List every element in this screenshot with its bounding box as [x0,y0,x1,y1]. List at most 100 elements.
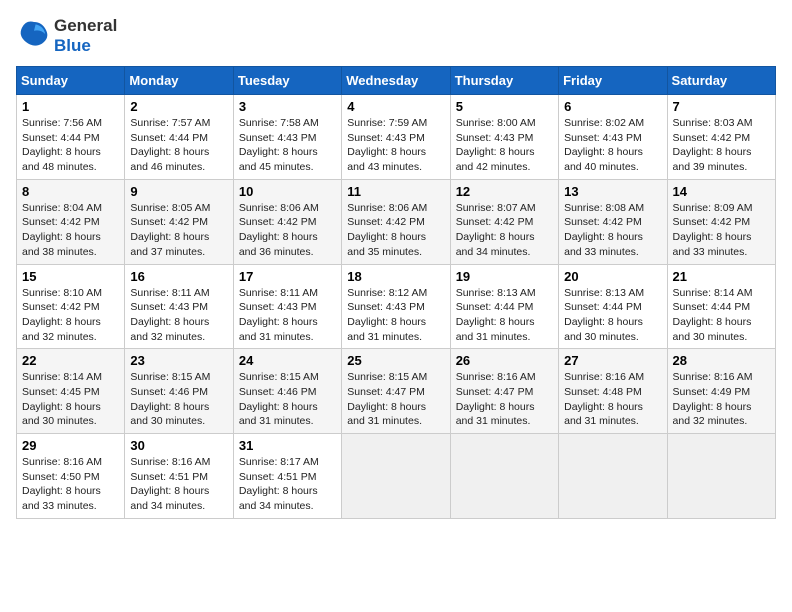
calendar-cell: 28 Sunrise: 8:16 AM Sunset: 4:49 PM Dayl… [667,349,775,434]
day-number: 5 [456,99,553,114]
week-row-4: 22 Sunrise: 8:14 AM Sunset: 4:45 PM Dayl… [17,349,776,434]
calendar-cell: 4 Sunrise: 7:59 AM Sunset: 4:43 PM Dayli… [342,95,450,180]
calendar-cell: 14 Sunrise: 8:09 AM Sunset: 4:42 PM Dayl… [667,179,775,264]
day-info: Sunrise: 8:16 AM Sunset: 4:51 PM Dayligh… [130,455,227,514]
calendar-cell: 17 Sunrise: 8:11 AM Sunset: 4:43 PM Dayl… [233,264,341,349]
day-info: Sunrise: 7:57 AM Sunset: 4:44 PM Dayligh… [130,116,227,175]
day-number: 24 [239,353,336,368]
day-info: Sunrise: 8:13 AM Sunset: 4:44 PM Dayligh… [456,286,553,345]
calendar-table: SundayMondayTuesdayWednesdayThursdayFrid… [16,66,776,519]
logo-icon [18,18,50,50]
day-info: Sunrise: 8:03 AM Sunset: 4:42 PM Dayligh… [673,116,770,175]
day-number: 26 [456,353,553,368]
day-number: 4 [347,99,444,114]
day-info: Sunrise: 8:11 AM Sunset: 4:43 PM Dayligh… [130,286,227,345]
day-info: Sunrise: 8:16 AM Sunset: 4:50 PM Dayligh… [22,455,119,514]
calendar-cell: 15 Sunrise: 8:10 AM Sunset: 4:42 PM Dayl… [17,264,125,349]
day-info: Sunrise: 8:08 AM Sunset: 4:42 PM Dayligh… [564,201,661,260]
day-number: 28 [673,353,770,368]
week-row-3: 15 Sunrise: 8:10 AM Sunset: 4:42 PM Dayl… [17,264,776,349]
day-info: Sunrise: 8:13 AM Sunset: 4:44 PM Dayligh… [564,286,661,345]
day-info: Sunrise: 8:11 AM Sunset: 4:43 PM Dayligh… [239,286,336,345]
calendar-header-row: SundayMondayTuesdayWednesdayThursdayFrid… [17,67,776,95]
day-info: Sunrise: 8:06 AM Sunset: 4:42 PM Dayligh… [347,201,444,260]
day-number: 29 [22,438,119,453]
calendar-cell: 1 Sunrise: 7:56 AM Sunset: 4:44 PM Dayli… [17,95,125,180]
day-info: Sunrise: 8:06 AM Sunset: 4:42 PM Dayligh… [239,201,336,260]
day-number: 7 [673,99,770,114]
day-number: 1 [22,99,119,114]
day-info: Sunrise: 8:04 AM Sunset: 4:42 PM Dayligh… [22,201,119,260]
col-header-monday: Monday [125,67,233,95]
day-number: 6 [564,99,661,114]
calendar-cell: 16 Sunrise: 8:11 AM Sunset: 4:43 PM Dayl… [125,264,233,349]
day-info: Sunrise: 8:15 AM Sunset: 4:47 PM Dayligh… [347,370,444,429]
day-info: Sunrise: 8:05 AM Sunset: 4:42 PM Dayligh… [130,201,227,260]
day-number: 14 [673,184,770,199]
day-info: Sunrise: 7:58 AM Sunset: 4:43 PM Dayligh… [239,116,336,175]
day-info: Sunrise: 7:56 AM Sunset: 4:44 PM Dayligh… [22,116,119,175]
day-number: 31 [239,438,336,453]
calendar-cell: 30 Sunrise: 8:16 AM Sunset: 4:51 PM Dayl… [125,434,233,519]
calendar-cell [450,434,558,519]
day-number: 2 [130,99,227,114]
day-info: Sunrise: 8:00 AM Sunset: 4:43 PM Dayligh… [456,116,553,175]
calendar-cell: 13 Sunrise: 8:08 AM Sunset: 4:42 PM Dayl… [559,179,667,264]
calendar-cell: 24 Sunrise: 8:15 AM Sunset: 4:46 PM Dayl… [233,349,341,434]
day-number: 18 [347,269,444,284]
day-number: 21 [673,269,770,284]
day-info: Sunrise: 8:02 AM Sunset: 4:43 PM Dayligh… [564,116,661,175]
calendar-cell: 19 Sunrise: 8:13 AM Sunset: 4:44 PM Dayl… [450,264,558,349]
col-header-sunday: Sunday [17,67,125,95]
calendar-cell: 6 Sunrise: 8:02 AM Sunset: 4:43 PM Dayli… [559,95,667,180]
day-info: Sunrise: 8:10 AM Sunset: 4:42 PM Dayligh… [22,286,119,345]
logo: General Blue [16,16,117,56]
day-number: 27 [564,353,661,368]
week-row-1: 1 Sunrise: 7:56 AM Sunset: 4:44 PM Dayli… [17,95,776,180]
calendar-cell: 9 Sunrise: 8:05 AM Sunset: 4:42 PM Dayli… [125,179,233,264]
calendar-cell: 12 Sunrise: 8:07 AM Sunset: 4:42 PM Dayl… [450,179,558,264]
day-number: 16 [130,269,227,284]
day-info: Sunrise: 8:15 AM Sunset: 4:46 PM Dayligh… [239,370,336,429]
calendar-cell [667,434,775,519]
day-info: Sunrise: 8:17 AM Sunset: 4:51 PM Dayligh… [239,455,336,514]
calendar-cell: 18 Sunrise: 8:12 AM Sunset: 4:43 PM Dayl… [342,264,450,349]
calendar-cell [559,434,667,519]
calendar-cell [342,434,450,519]
day-number: 13 [564,184,661,199]
day-number: 25 [347,353,444,368]
col-header-wednesday: Wednesday [342,67,450,95]
day-info: Sunrise: 8:14 AM Sunset: 4:45 PM Dayligh… [22,370,119,429]
day-info: Sunrise: 8:16 AM Sunset: 4:47 PM Dayligh… [456,370,553,429]
day-number: 23 [130,353,227,368]
week-row-5: 29 Sunrise: 8:16 AM Sunset: 4:50 PM Dayl… [17,434,776,519]
day-number: 3 [239,99,336,114]
logo-blue-text: Blue [54,36,117,56]
day-info: Sunrise: 8:16 AM Sunset: 4:48 PM Dayligh… [564,370,661,429]
calendar-cell: 10 Sunrise: 8:06 AM Sunset: 4:42 PM Dayl… [233,179,341,264]
calendar-cell: 27 Sunrise: 8:16 AM Sunset: 4:48 PM Dayl… [559,349,667,434]
calendar-cell: 2 Sunrise: 7:57 AM Sunset: 4:44 PM Dayli… [125,95,233,180]
calendar-cell: 3 Sunrise: 7:58 AM Sunset: 4:43 PM Dayli… [233,95,341,180]
day-number: 15 [22,269,119,284]
calendar-cell: 21 Sunrise: 8:14 AM Sunset: 4:44 PM Dayl… [667,264,775,349]
calendar-cell: 7 Sunrise: 8:03 AM Sunset: 4:42 PM Dayli… [667,95,775,180]
day-info: Sunrise: 7:59 AM Sunset: 4:43 PM Dayligh… [347,116,444,175]
day-number: 19 [456,269,553,284]
day-info: Sunrise: 8:12 AM Sunset: 4:43 PM Dayligh… [347,286,444,345]
day-number: 22 [22,353,119,368]
calendar-cell: 5 Sunrise: 8:00 AM Sunset: 4:43 PM Dayli… [450,95,558,180]
day-number: 8 [22,184,119,199]
calendar-cell: 8 Sunrise: 8:04 AM Sunset: 4:42 PM Dayli… [17,179,125,264]
day-info: Sunrise: 8:14 AM Sunset: 4:44 PM Dayligh… [673,286,770,345]
col-header-tuesday: Tuesday [233,67,341,95]
day-number: 12 [456,184,553,199]
day-number: 20 [564,269,661,284]
day-number: 10 [239,184,336,199]
calendar-cell: 26 Sunrise: 8:16 AM Sunset: 4:47 PM Dayl… [450,349,558,434]
calendar-cell: 23 Sunrise: 8:15 AM Sunset: 4:46 PM Dayl… [125,349,233,434]
page-header: General Blue [16,16,776,56]
day-info: Sunrise: 8:16 AM Sunset: 4:49 PM Dayligh… [673,370,770,429]
day-info: Sunrise: 8:07 AM Sunset: 4:42 PM Dayligh… [456,201,553,260]
logo-general-text: General [54,16,117,36]
